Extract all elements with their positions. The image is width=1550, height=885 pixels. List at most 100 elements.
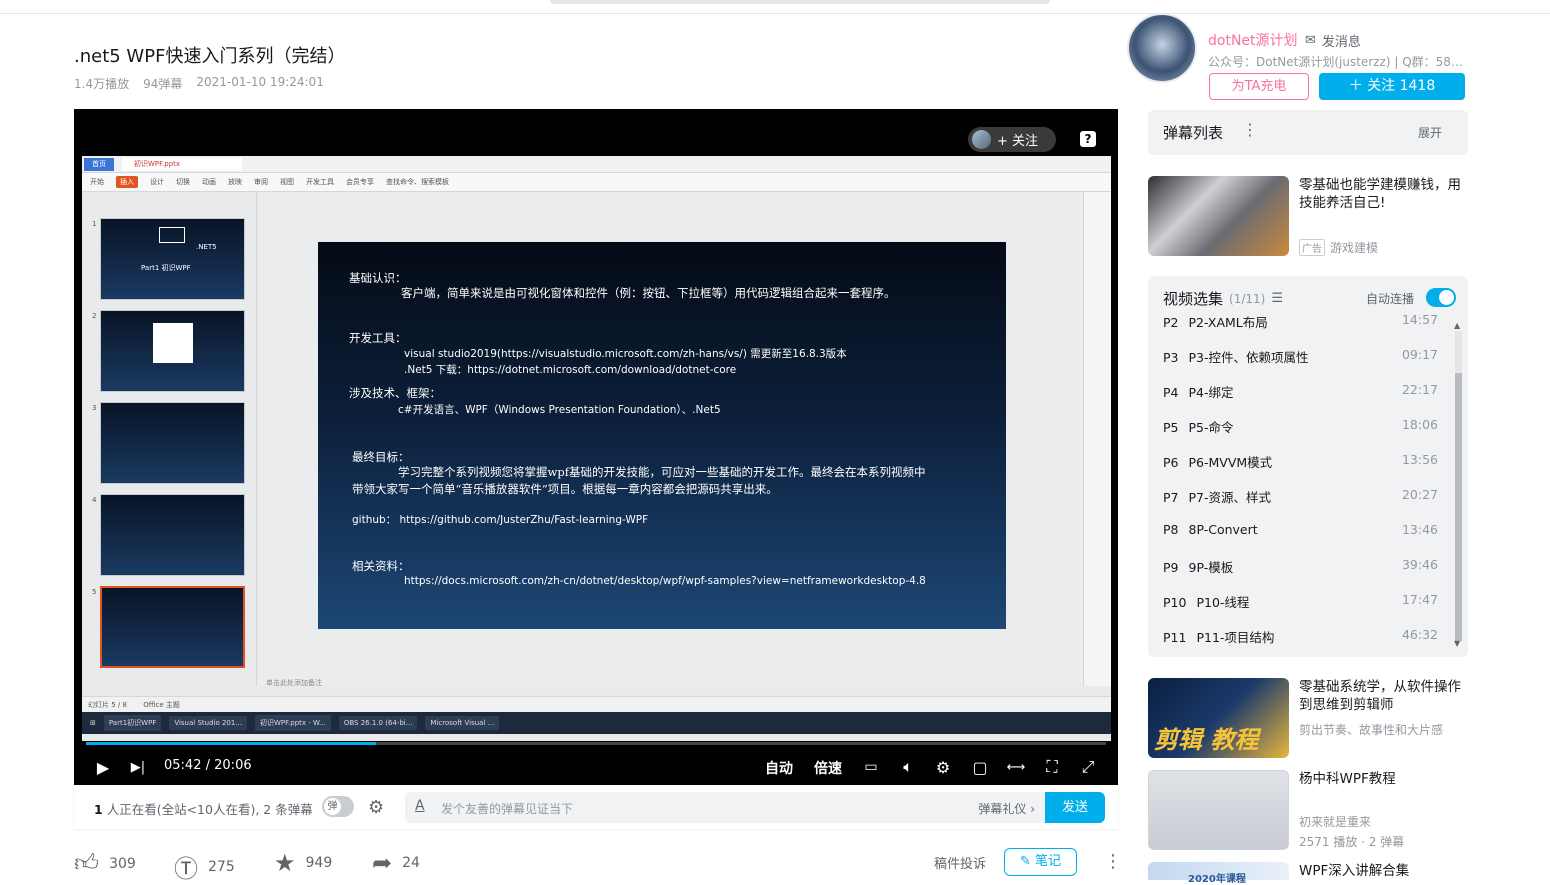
taskbar-item: Part1初识WPF: [103, 715, 162, 731]
slide-line: 相关资料：: [352, 559, 410, 573]
top-search-bar[interactable]: [550, 0, 1050, 4]
rec-title[interactable]: 零基础系统学，从软件操作到思维到剪辑师: [1299, 678, 1469, 714]
send-message-button[interactable]: ✉ 发消息: [1305, 31, 1361, 50]
watching-info: 1 人正在看(全站<10人在看), 2 条弹幕: [94, 799, 313, 818]
ad-title[interactable]: 零基础也能学建模赚钱，用技能养活自己!: [1299, 176, 1469, 212]
playlist-item-part: P6: [1163, 455, 1179, 470]
autoplay-switch[interactable]: [1426, 288, 1456, 307]
current-slide: 基础认识： 客户端，简单来说是由可视化窗体和控件（例：按钮、下拉框等）用代码逻辑…: [318, 242, 1006, 629]
widescreen-icon[interactable]: ⟷: [1006, 756, 1026, 778]
ribbon-item: 切换: [176, 178, 190, 186]
slide-line: c#开发语言、WPF（Windows Presentation Foundati…: [398, 404, 721, 416]
rec-card[interactable]: 杨中科WPF教程 初来就是重来 2571 播放 · 2 弹幕: [1148, 770, 1468, 852]
play-icon[interactable]: ▶: [94, 756, 112, 778]
ad-card[interactable]: 零基础也能学建模赚钱，用技能养活自己! 广告 游戏建模: [1148, 176, 1468, 258]
danmaku-input[interactable]: A 发个友善的弹幕见证当下 弹幕礼仪 ›: [405, 792, 1045, 823]
player-follow-button[interactable]: + 关注: [968, 127, 1056, 152]
note-button[interactable]: ✎ 笔记: [1004, 848, 1077, 876]
rec-thumbnail[interactable]: [1148, 770, 1289, 850]
settings-gear-icon[interactable]: ⚙: [933, 756, 953, 778]
rec-card[interactable]: 剪辑 教程 零基础系统学，从软件操作到思维到剪辑师 剪出节奏、故事性和大片感: [1148, 678, 1468, 760]
playlist-scrollbar[interactable]: ▲ ▼: [1453, 321, 1463, 651]
coin-button[interactable]: Ⓣ 275: [174, 849, 235, 884]
video-frame: 首页 初识WPF.pptx 开始 插入 设计 切换 动画 放映 审阅 视图 开发…: [82, 156, 1111, 741]
playlist-item-name: P7-资源、样式: [1188, 490, 1272, 505]
playlist-item[interactable]: P3 P3-控件、依赖项属性 09:17: [1163, 347, 1453, 367]
follow-label: 关注 1418: [1367, 78, 1436, 94]
thumb-number: 2: [92, 312, 97, 320]
playlist-item-name: P6-MVVM模式: [1188, 455, 1273, 470]
progress-bar[interactable]: [86, 742, 1106, 745]
playlist-item[interactable]: P2 P2-XAML布局 14:57: [1163, 313, 1453, 332]
quality-button[interactable]: 自动: [765, 758, 793, 778]
playlist-item[interactable]: P6 P6-MVVM模式 13:56: [1163, 452, 1453, 472]
help-icon[interactable]: ?: [1080, 131, 1096, 147]
share-button[interactable]: ➦ 24: [372, 849, 420, 877]
video-title: .net5 WPF快速入门系列（完结）: [74, 46, 346, 67]
playlist-item[interactable]: P7 P7-资源、样式 20:27: [1163, 487, 1453, 507]
like-button[interactable]: 👍︎ 309: [74, 849, 136, 878]
uploader-name[interactable]: dotNet源计划: [1208, 30, 1298, 50]
playlist-item[interactable]: P8 8P-Convert 13:46: [1163, 522, 1453, 542]
follow-button[interactable]: ＋ 关注 1418: [1319, 73, 1465, 100]
danmaku-list-title: 弹幕列表: [1163, 124, 1224, 142]
rec-title[interactable]: 杨中科WPF教程: [1299, 770, 1469, 788]
uploader-avatar[interactable]: [1127, 13, 1197, 83]
more-icon[interactable]: ⋮: [1104, 851, 1122, 872]
scroll-down-icon[interactable]: ▼: [1454, 639, 1460, 648]
scroll-up-icon[interactable]: ▲: [1454, 321, 1460, 330]
pip-icon[interactable]: ▢: [970, 756, 990, 778]
rec-author[interactable]: 初来就是重来: [1299, 813, 1371, 830]
monitor-icon: [159, 227, 185, 243]
favorite-count: 949: [305, 855, 333, 871]
like-count: 309: [109, 855, 136, 872]
rec-title[interactable]: WPF深入讲解合集: [1299, 862, 1469, 880]
time-separator: /: [205, 758, 210, 773]
autoplay-label: 自动连播: [1366, 292, 1415, 306]
playlist-item-part: P7: [1163, 490, 1179, 505]
playlist-item[interactable]: P10 P10-线程 17:47: [1163, 592, 1453, 612]
ad-badge: 广告: [1299, 239, 1325, 256]
taskbar-item: Microsoft Visual ...: [425, 716, 500, 730]
rec-thumbnail[interactable]: 剪辑 教程: [1148, 678, 1289, 758]
subtitle-off-icon[interactable]: ▭: [860, 756, 882, 778]
charge-button[interactable]: 为TA充电: [1209, 73, 1309, 100]
uploader-description: 公众号：DotNet源计划(justerzz) | Q群：5807...: [1208, 55, 1463, 69]
report-link[interactable]: 稿件投诉: [934, 853, 986, 872]
danmaku-list-panel[interactable]: 弹幕列表 ⋮ 展开: [1148, 110, 1468, 155]
playlist-item[interactable]: P9 9P-模板 39:46: [1163, 557, 1453, 577]
ad-thumbnail[interactable]: [1148, 176, 1289, 256]
danmaku-etiquette-link[interactable]: 弹幕礼仪 ›: [978, 800, 1035, 817]
speed-button[interactable]: 倍速: [814, 758, 842, 778]
favorite-button[interactable]: ★ 949: [274, 849, 332, 877]
danmaku-list-more-icon[interactable]: ⋮: [1242, 120, 1258, 139]
notes-hint: 单击此处添加备注: [266, 679, 322, 687]
video-player[interactable]: + 关注 ? 首页 初识WPF.pptx 开始 插入 设计 切换 动画 放映 审…: [74, 109, 1118, 785]
playlist-item[interactable]: P11 P11-项目结构 46:32: [1163, 627, 1453, 647]
playlist-item-duration: 17:47: [1401, 592, 1438, 607]
rec-thumbnail[interactable]: 2020年课程: [1148, 862, 1289, 885]
scroll-thumb[interactable]: [1455, 373, 1462, 641]
playlist-item-name: P3-控件、依赖项属性: [1188, 350, 1309, 365]
playlist-header: 视频选集 (1/11) ☰: [1163, 288, 1283, 309]
coin-count: 275: [208, 858, 235, 875]
playlist-item[interactable]: P5 P5-命令 18:06: [1163, 417, 1453, 437]
volume-icon[interactable]: 🔈︎: [898, 756, 918, 778]
rec-thumb-text: 剪辑 教程: [1154, 726, 1259, 754]
ribbon-item: 动画: [202, 178, 216, 186]
playlist-item-duration: 22:17: [1401, 382, 1438, 397]
rec-card[interactable]: 2020年课程 WPF深入讲解合集: [1148, 862, 1469, 885]
list-view-icon[interactable]: ☰: [1271, 291, 1283, 306]
danmaku-toggle[interactable]: 弹: [322, 796, 354, 817]
danmaku-style-icon[interactable]: A: [415, 798, 425, 814]
next-icon[interactable]: ▶|: [130, 756, 146, 778]
playlist-item[interactable]: P4 P4-绑定 22:17: [1163, 382, 1453, 402]
danmaku-settings-icon[interactable]: ⚙: [368, 797, 384, 818]
watching-count: 1: [94, 802, 103, 817]
fullscreen-icon[interactable]: ⤢: [1078, 756, 1098, 778]
danmaku-list-expand[interactable]: 展开: [1418, 124, 1442, 141]
web-fullscreen-icon[interactable]: ⛶: [1042, 756, 1062, 778]
ribbon-item-active: 插入: [116, 176, 138, 188]
danmaku-send-button[interactable]: 发送: [1045, 792, 1105, 823]
playlist-item-name: P11-项目结构: [1196, 630, 1275, 645]
